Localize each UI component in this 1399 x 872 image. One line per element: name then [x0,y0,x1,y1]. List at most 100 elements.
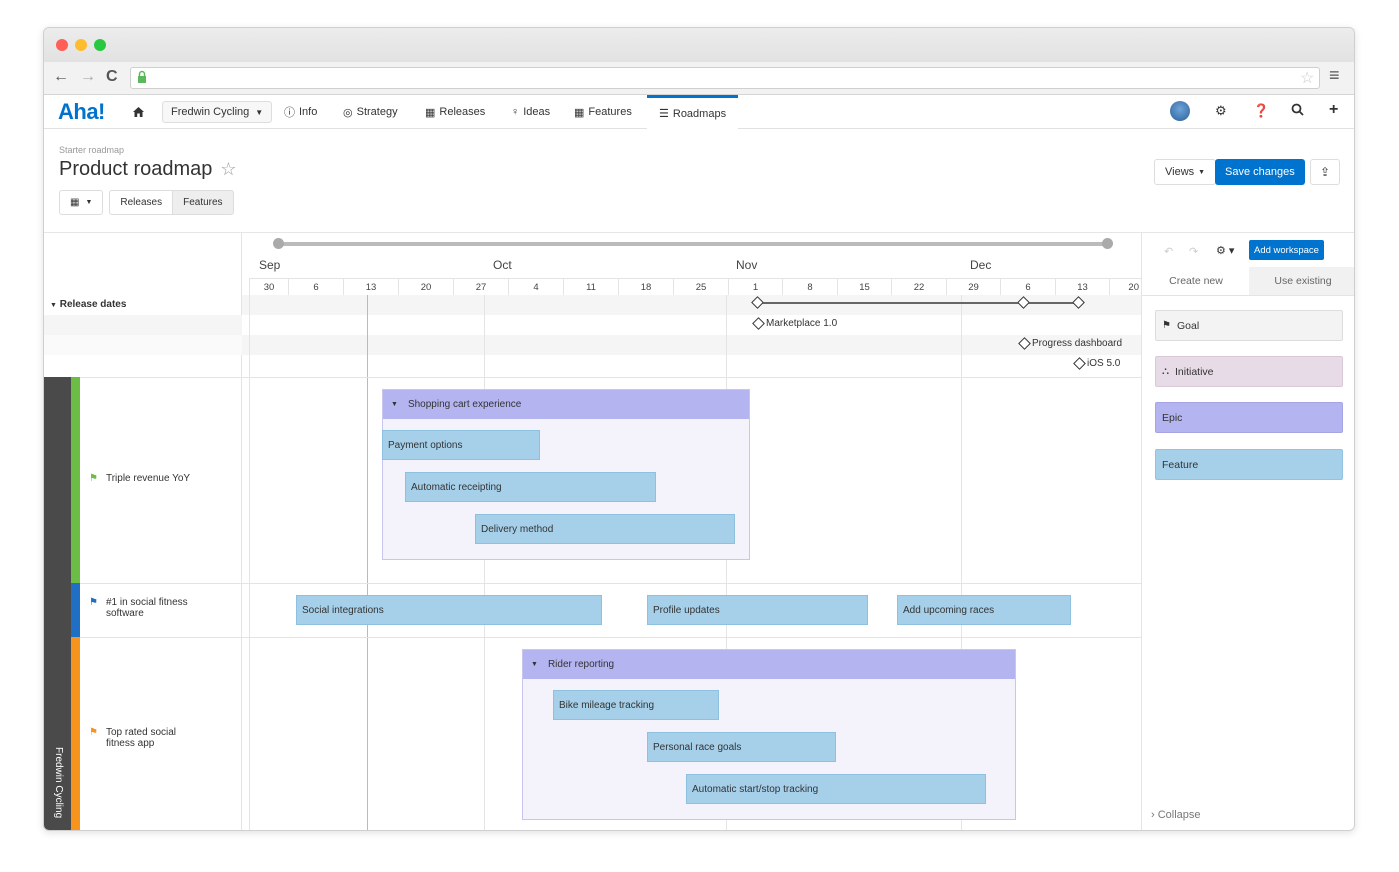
slider-start-handle[interactable] [273,238,284,249]
nav-strategy[interactable]: ◎ Strategy [343,95,398,129]
zoom-window-button[interactable] [94,39,106,51]
feature-card[interactable]: Personal race goals [647,732,836,762]
redo-icon[interactable]: ↷ [1189,245,1198,258]
lightbulb-icon: ♀ [511,106,520,118]
goal-label: Top rated social fitness app [105,727,177,749]
feature-card[interactable]: Automatic receipting [405,472,656,502]
collapse-panel-link[interactable]: › Collapse [1151,809,1201,821]
address-bar[interactable] [130,67,1320,89]
feature-card[interactable]: Add upcoming races [897,595,1071,625]
release-band [242,335,1141,355]
add-workspace-button[interactable]: Add workspace [1249,240,1324,260]
flag-icon: ⚑ [89,727,98,738]
breadcrumb[interactable]: Starter roadmap [59,145,124,155]
hierarchy-icon: ⛬ [1162,366,1169,377]
favorite-star-icon[interactable]: ☆ [220,159,236,180]
undo-icon[interactable]: ↶ [1164,245,1173,258]
day-cell: 6 [1000,278,1055,295]
create-epic-card[interactable]: Epic [1155,402,1343,433]
feature-card[interactable]: Profile updates [647,595,868,625]
milestone-progress-dashboard[interactable]: Progress dashboard [1018,337,1123,350]
goal-row-top-rated[interactable]: ⚑ Top rated social fitness app [89,727,229,749]
day-cell: 4 [508,278,563,295]
epic-header[interactable]: ▼ Rider reporting [523,650,1015,679]
tab-create-new[interactable]: Create new [1142,267,1250,296]
create-feature-card[interactable]: Feature [1155,449,1343,480]
minimize-window-button[interactable] [75,39,87,51]
calendar-icon: ▦ [70,197,80,208]
flag-icon: ⚑ [89,597,98,608]
tab-use-existing[interactable]: Use existing [1249,267,1354,296]
day-cell: 13 [343,278,398,295]
milestone-marketplace[interactable]: Marketplace 1.0 [752,317,838,330]
epic-header[interactable]: ▼ Shopping cart experience [383,390,749,419]
views-dropdown[interactable]: Views ▼ [1154,159,1217,185]
month-label: Nov [736,258,758,272]
goal-row-social-fitness[interactable]: ⚑ #1 in social fitness software [89,597,229,619]
aha-logo[interactable]: Aha! [58,99,105,125]
reload-icon[interactable]: C [106,68,118,86]
grid-icon: ▦ [574,106,585,119]
gridline [484,295,485,830]
day-cell: 15 [837,278,891,295]
release-band [44,335,242,355]
back-arrow-icon[interactable]: ← [53,68,69,86]
close-window-button[interactable] [56,39,68,51]
help-icon[interactable]: ❓ [1253,103,1269,119]
roadmap-icon: ☰ [659,108,669,120]
feature-card[interactable]: Payment options [382,430,540,460]
feature-card[interactable]: Social integrations [296,595,602,625]
day-cell: 22 [891,278,946,295]
page-title-text: Product roadmap [59,158,213,180]
panel-settings-gear-icon[interactable]: ⚙ ▾ [1216,244,1234,257]
caret-down-icon: ▼ [255,107,264,117]
browser-menu-icon[interactable]: ≡ [1329,65,1340,86]
nav-ideas[interactable]: ♀ Ideas [511,95,550,129]
bookmark-star-icon[interactable]: ☆ [1300,68,1314,88]
feature-card[interactable]: Automatic start/stop tracking [686,774,986,804]
forward-arrow-icon[interactable]: → [80,68,96,86]
day-cell: 8 [782,278,837,295]
feature-card[interactable]: Delivery method [475,514,735,544]
add-icon[interactable]: + [1329,101,1338,119]
day-cell: 27 [453,278,508,295]
view-toolbar: ▦ ▼ Releases Features [59,190,234,215]
page-title: Product roadmap ☆ [59,158,237,181]
caret-down-icon: ▼ [391,401,398,408]
tab-features[interactable]: Features [173,190,234,215]
search-icon[interactable] [1291,103,1304,119]
date-range-slider[interactable] [278,242,1107,246]
tab-releases[interactable]: Releases [109,190,174,215]
month-label: Dec [970,258,992,272]
milestone-label: Marketplace 1.0 [766,318,838,329]
nav-releases[interactable]: ▦ Releases [425,95,485,129]
goal-label: #1 in social fitness software [105,597,188,619]
release-dates-header[interactable]: ▼ Release dates [50,299,126,310]
goal-row-triple-revenue[interactable]: ⚑ Triple revenue YoY [89,473,190,484]
share-icon[interactable]: ⇪ [1310,159,1340,185]
create-initiative-card[interactable]: ⛬ Initiative [1155,356,1343,387]
workspace-select[interactable]: Fredwin Cycling ▼ [162,101,273,123]
create-goal-card[interactable]: ⚑ Goal [1155,310,1343,341]
calendar-dropdown[interactable]: ▦ ▼ [59,190,104,215]
month-label: Oct [493,258,512,272]
settings-gear-icon[interactable]: ⚙ [1215,103,1227,119]
nav-roadmaps[interactable]: ☰ Roadmaps [647,95,739,129]
milestone-ios[interactable]: iOS 5.0 [1073,357,1121,370]
feature-card[interactable]: Bike mileage tracking [553,690,719,720]
epic-title: Rider reporting [547,659,615,670]
home-icon[interactable] [132,95,145,129]
nav-info[interactable]: ⓘ Info [284,95,317,129]
milestone-label: Progress dashboard [1032,338,1123,349]
card-label: Initiative [1175,365,1214,378]
nav-features[interactable]: ▦ Features [574,95,632,129]
workspace-select-label: Fredwin Cycling [171,106,250,118]
milestone-label: iOS 5.0 [1087,358,1121,369]
save-changes-button[interactable]: Save changes [1215,159,1305,185]
card-label: Epic [1162,411,1183,424]
day-cell: 13 [1055,278,1109,295]
slider-end-handle[interactable] [1102,238,1113,249]
collapse-label: Collapse [1157,809,1201,821]
row-divider [80,637,242,638]
user-avatar[interactable] [1170,101,1190,121]
